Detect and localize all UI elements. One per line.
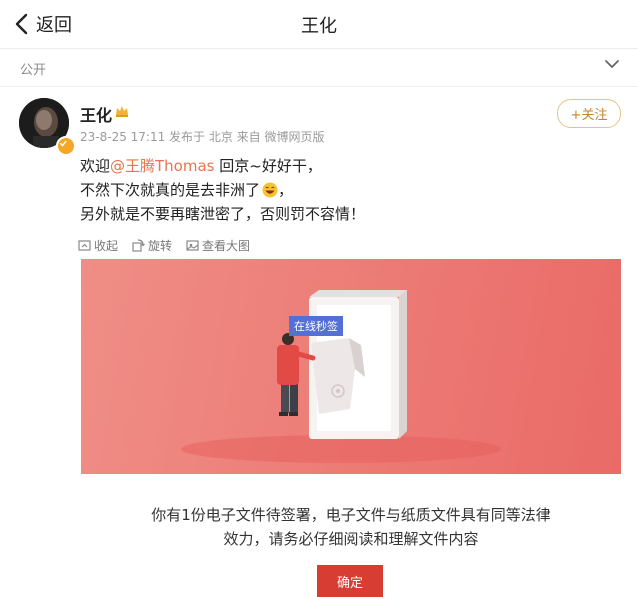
view-large-label: 查看大图 [202, 238, 251, 253]
follow-button[interactable]: +关注 [557, 99, 621, 128]
rotate-button[interactable]: 旋转 [132, 237, 172, 254]
view-large-icon [186, 239, 199, 251]
mention-link[interactable]: @王腾Thomas [110, 157, 214, 175]
visibility-label: 公开 [20, 63, 47, 78]
document-sign-illustration [181, 290, 501, 463]
post-line-2-end: ， [278, 181, 294, 199]
post-line-1: 欢迎@王腾Thomas 回京~好好干， [80, 154, 365, 178]
nav-divider [0, 48, 638, 49]
post-line-3: 另外就是不要再瞎泄密了，否则罚不容情！ [80, 205, 366, 223]
hero-illustration: 在线秒签 [81, 259, 621, 474]
post-line-1-suffix: 回京~好好干， [214, 157, 322, 175]
view-large-button[interactable]: 查看大图 [186, 237, 250, 254]
sign-notice: 你有1份电子文件待签署，电子文件与纸质文件具有同等法律 效力，请务必仔细阅读和理… [81, 503, 621, 551]
collapse-button[interactable]: 收起 [78, 237, 118, 254]
sign-notice-line-1: 你有1份电子文件待签署，电子文件与纸质文件具有同等法律 [151, 506, 551, 524]
chevron-down-icon[interactable] [604, 58, 620, 70]
sign-notice-line-2: 效力，请务必仔细阅读和理解文件内容 [223, 530, 479, 548]
page-title: 王化 [301, 16, 337, 37]
section-divider [0, 86, 638, 87]
verified-badge-icon [56, 136, 76, 156]
laughing-emoji-icon [262, 182, 278, 198]
confirm-button[interactable]: 确定 [317, 565, 383, 597]
rotate-icon [132, 238, 145, 252]
top-nav-bar: 返回 王化 [0, 0, 638, 48]
collapse-icon [78, 239, 91, 251]
post-image-card[interactable]: 在线秒签 你有1份电子文件待签署，电子文件与纸质文件具有同等法律 效力，请务必仔… [81, 259, 621, 597]
post-text: 欢迎@王腾Thomas 回京~好好干， 不然下次就真的是去非洲了 ， 另外就是不要… [80, 154, 365, 226]
collapse-label: 收起 [94, 238, 119, 253]
rotate-label: 旋转 [148, 238, 173, 253]
post-line-2: 不然下次就真的是去非洲了 ， [80, 178, 365, 202]
post-meta: 23-8-25 17:11 发布于 北京 来自 微博网页版 [80, 130, 325, 144]
post-line-1-prefix: 欢迎 [80, 157, 111, 175]
post-line-2-text: 不然下次就真的是去非洲了 [80, 181, 261, 199]
image-toolbar: 收起 旋转 查看大图 [78, 237, 264, 253]
crown-icon [116, 106, 128, 117]
online-sign-tag: 在线秒签 [289, 316, 343, 336]
author-name[interactable]: 王化 [80, 102, 112, 126]
